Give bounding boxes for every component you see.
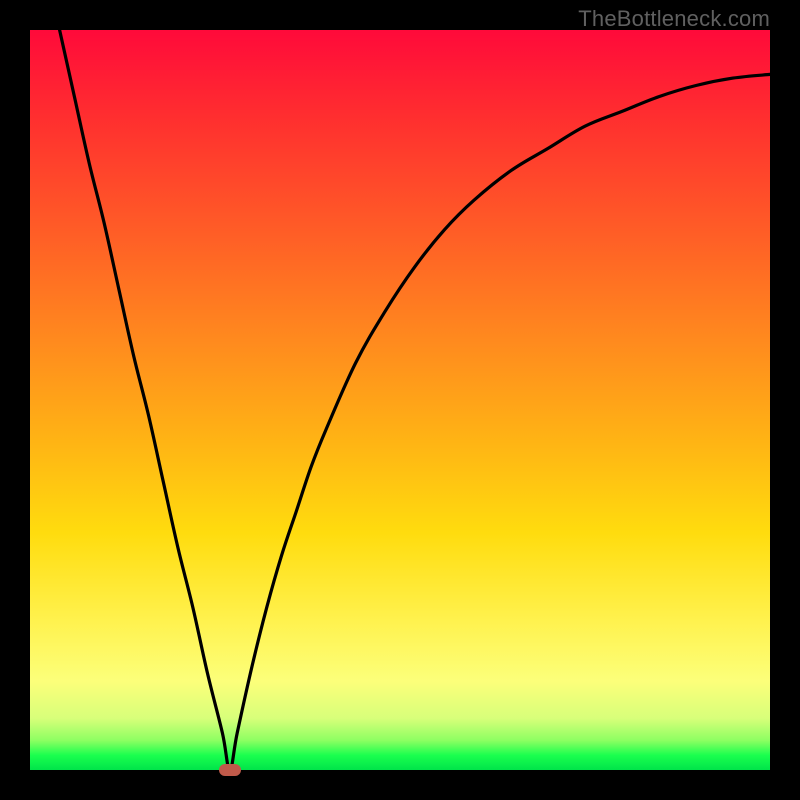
plot-area: [30, 30, 770, 770]
watermark-text: TheBottleneck.com: [578, 6, 770, 32]
minimum-marker: [219, 764, 241, 776]
curve-svg: [30, 30, 770, 770]
chart-container: TheBottleneck.com: [0, 0, 800, 800]
bottleneck-curve: [60, 30, 770, 770]
